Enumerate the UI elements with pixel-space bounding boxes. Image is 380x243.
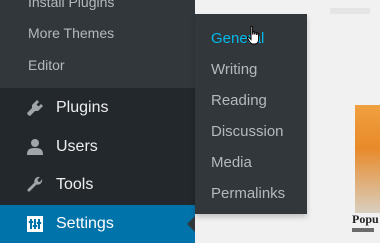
content-image <box>355 105 380 213</box>
sidebar-item-label: Users <box>56 138 98 155</box>
plugin-icon <box>26 99 44 117</box>
sidebar-item-tools[interactable]: Tools <box>0 166 195 204</box>
submenu-item-install-plugins[interactable]: Install Plugins <box>28 0 114 10</box>
flyout-item-discussion[interactable]: Discussion <box>211 123 284 140</box>
user-icon <box>26 138 44 156</box>
appearance-submenu: Install Plugins More Themes Editor <box>0 0 195 88</box>
screen: Popu Install Plugins More Themes Editor … <box>0 0 380 243</box>
flyout-item-media[interactable]: Media <box>211 154 252 171</box>
wrench-icon <box>26 176 44 194</box>
flyout-item-reading[interactable]: Reading <box>211 92 267 109</box>
content-card-strip <box>330 8 370 14</box>
sidebar-item-plugins[interactable]: Plugins <box>0 89 195 127</box>
sidebar-item-label: Tools <box>56 176 94 193</box>
settings-icon <box>26 215 44 233</box>
submenu-item-editor[interactable]: Editor <box>28 57 65 73</box>
sidebar-item-users[interactable]: Users <box>0 128 195 166</box>
flyout-item-permalinks[interactable]: Permalinks <box>211 185 285 202</box>
flyout-item-writing[interactable]: Writing <box>211 61 257 78</box>
submenu-item-more-themes[interactable]: More Themes <box>28 25 114 41</box>
sidebar-item-label: Settings <box>56 215 114 232</box>
content-heading: Popu <box>352 212 379 226</box>
hand-pointer-cursor-icon <box>247 26 261 51</box>
sidebar-item-settings[interactable]: Settings <box>0 205 195 243</box>
admin-sidebar: Install Plugins More Themes Editor Plugi… <box>0 0 195 243</box>
sidebar-item-label: Plugins <box>56 99 109 116</box>
content-subtext <box>352 228 374 232</box>
active-menu-arrow <box>187 216 195 232</box>
